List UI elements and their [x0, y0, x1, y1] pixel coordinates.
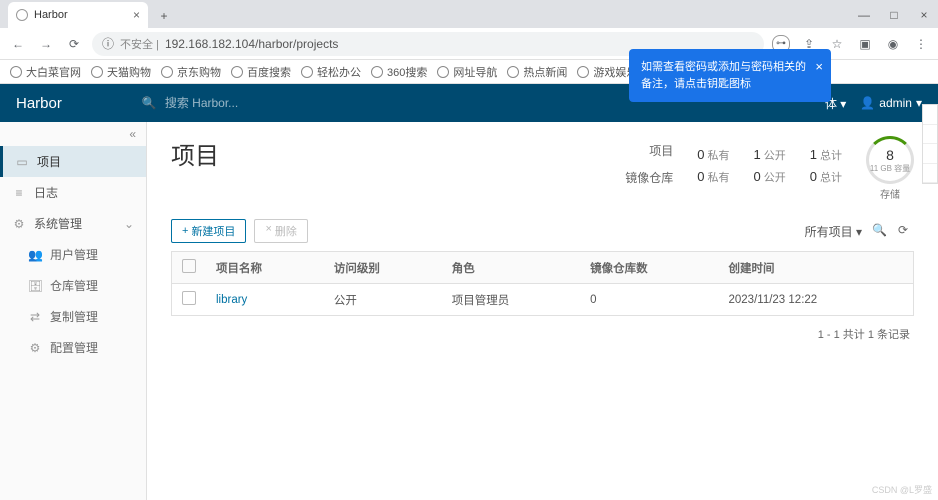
new-project-button[interactable]: + 新建项目 [171, 219, 246, 243]
chevron-down-icon: ⌄ [124, 217, 134, 231]
sidebar: « ▭项目 ≡日志 ⚙系统管理⌄ 👥用户管理 🗄仓库管理 ⇄复制管理 ⚙配置管理 [0, 122, 147, 500]
bookmark-item[interactable]: 热点新闻 [507, 64, 567, 80]
bookmark-icon [161, 66, 173, 78]
bookmark-item[interactable]: 轻松办公 [301, 64, 361, 80]
bookmark-icon [437, 66, 449, 78]
content-area: 项目 项目 镜像仓库 0私有 0私有 1公开 0公开 [147, 122, 938, 500]
user-icon: 👤 [860, 96, 875, 110]
replication-icon: ⇄ [28, 310, 42, 324]
security-label: 不安全 | [120, 36, 159, 52]
project-link[interactable]: library [216, 294, 247, 306]
stat-label-repos: 镜像仓库 [625, 169, 673, 186]
browser-tab-bar: Harbor × + — □ × [0, 0, 938, 28]
sidebar-item-users[interactable]: 👥用户管理 [0, 239, 146, 270]
user-name: admin [879, 96, 912, 110]
select-all-checkbox[interactable] [182, 259, 196, 273]
cell-role: 项目管理员 [442, 284, 580, 316]
bookmark-item[interactable]: 天猫购物 [91, 64, 151, 80]
reload-button[interactable]: ⟳ [64, 34, 84, 54]
collapse-sidebar-button[interactable]: « [0, 122, 146, 146]
storage-label: 存储 [866, 186, 914, 201]
col-created[interactable]: 创建时间 [719, 252, 914, 284]
close-icon[interactable]: × [133, 8, 140, 22]
bookmark-item[interactable]: 京东购物 [161, 64, 221, 80]
user-menu[interactable]: 👤 admin ▾ [860, 96, 922, 110]
bookmark-item[interactable]: 网址导航 [437, 64, 497, 80]
bookmark-item[interactable]: 百度搜索 [231, 64, 291, 80]
filter-dropdown[interactable]: 所有项目 ▾ [805, 223, 862, 240]
storage-value: 8 [886, 147, 894, 163]
close-icon[interactable]: × [815, 57, 823, 77]
sidebar-item-projects[interactable]: ▭项目 [0, 146, 146, 177]
cell-created: 2023/11/23 12:22 [719, 284, 914, 316]
sidebar-item-replication[interactable]: ⇄复制管理 [0, 301, 146, 332]
tab-title: Harbor [34, 9, 68, 21]
bookmark-icon [577, 66, 589, 78]
row-checkbox[interactable] [182, 291, 196, 305]
back-button[interactable]: ← [8, 34, 28, 54]
delete-button: × 删除 [254, 219, 307, 243]
refresh-icon[interactable]: ⟳ [898, 223, 914, 239]
search-icon: 🔍 [142, 96, 157, 110]
close-window-button[interactable]: × [910, 2, 938, 28]
registry-icon: 🗄 [28, 279, 42, 293]
sidebar-item-admin[interactable]: ⚙系统管理⌄ [0, 208, 146, 239]
stats-panel: 项目 镜像仓库 0私有 0私有 1公开 0公开 1总计 0总计 [625, 136, 914, 201]
bookmark-icon [10, 66, 22, 78]
storage-unit: 11 GB 容量 [870, 163, 910, 174]
search-icon[interactable]: 🔍 [872, 223, 888, 239]
url-text: 192.168.182.104/harbor/projects [165, 37, 338, 51]
admin-icon: ⚙ [12, 217, 26, 231]
col-role[interactable]: 角色 [442, 252, 580, 284]
bookmark-icon [301, 66, 313, 78]
config-icon: ⚙ [28, 341, 42, 355]
favicon [16, 9, 28, 21]
cell-access: 公开 [324, 284, 442, 316]
bookmark-item[interactable]: 360搜索 [371, 64, 427, 80]
col-name[interactable]: 项目名称 [206, 252, 324, 284]
projects-table: 项目名称 访问级别 角色 镜像仓库数 创建时间 library 公开 项目管理员… [171, 251, 914, 316]
bookmark-icon [371, 66, 383, 78]
watermark: CSDN @L罗盛 [872, 483, 932, 496]
page-title: 项目 [171, 136, 219, 171]
info-icon: ⓘ [102, 35, 114, 52]
toolbar: + 新建项目 × 删除 所有项目 ▾ 🔍 ⟳ [171, 219, 914, 243]
users-icon: 👥 [28, 248, 42, 262]
table-row[interactable]: library 公开 项目管理员 0 2023/11/23 12:22 [172, 284, 914, 316]
bookmark-icon [507, 66, 519, 78]
search-input[interactable] [165, 96, 522, 110]
extension-icon[interactable]: ▣ [856, 35, 874, 53]
password-tooltip: 如需查看密码或添加与密码相关的备注，请点击钥匙图标 × [629, 49, 831, 102]
menu-icon[interactable]: ⋮ [912, 35, 930, 53]
projects-icon: ▭ [15, 155, 29, 169]
right-sidebar-handle[interactable] [922, 104, 938, 184]
sidebar-item-logs[interactable]: ≡日志 [0, 177, 146, 208]
browser-tab[interactable]: Harbor × [8, 2, 148, 28]
forward-button[interactable]: → [36, 34, 56, 54]
app-logo: Harbor [16, 95, 62, 112]
bookmark-item[interactable]: 大白菜官网 [10, 64, 81, 80]
new-tab-button[interactable]: + [152, 4, 176, 28]
bookmark-icon [231, 66, 243, 78]
col-access[interactable]: 访问级别 [324, 252, 442, 284]
tooltip-text: 如需查看密码或添加与密码相关的备注，请点击钥匙图标 [641, 61, 806, 90]
profile-icon[interactable]: ◉ [884, 35, 902, 53]
storage-gauge: 8 11 GB 容量 [866, 136, 914, 184]
minimize-button[interactable]: — [850, 2, 878, 28]
sidebar-item-registries[interactable]: 🗄仓库管理 [0, 270, 146, 301]
logs-icon: ≡ [12, 186, 26, 200]
col-repos[interactable]: 镜像仓库数 [580, 252, 718, 284]
app-search[interactable]: 🔍 [142, 96, 522, 110]
stat-label-projects: 项目 [649, 142, 673, 159]
bookmark-icon [91, 66, 103, 78]
cell-repos: 0 [580, 284, 718, 316]
sidebar-item-config[interactable]: ⚙配置管理 [0, 332, 146, 363]
maximize-button[interactable]: □ [880, 2, 908, 28]
star-icon[interactable]: ☆ [828, 35, 846, 53]
pagination: 1 - 1 共计 1 条记录 [171, 316, 914, 352]
